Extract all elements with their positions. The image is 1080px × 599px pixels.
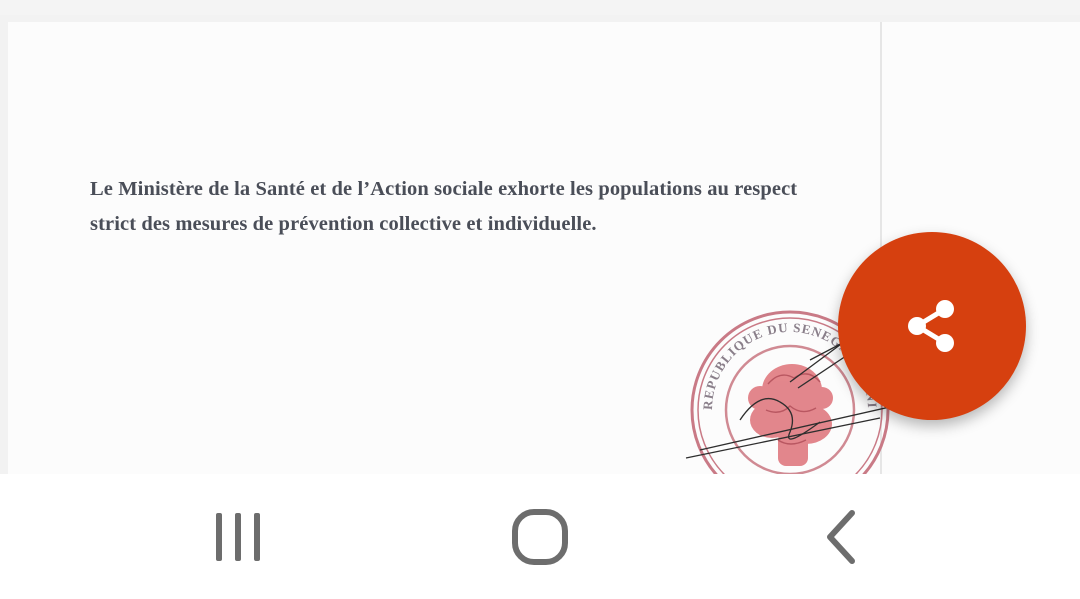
document-line-1: Le Ministère de la Santé et de l’Action … [90, 178, 798, 200]
recents-icon [216, 512, 260, 561]
home-icon [512, 508, 568, 565]
top-strip [0, 0, 1080, 15]
screen: Le Ministère de la Santé et de l’Action … [0, 0, 1080, 599]
back-icon [827, 509, 855, 564]
recents-button[interactable] [178, 474, 298, 599]
document-text: Le Ministère de la Santé et de l’Action … [90, 172, 970, 242]
home-button[interactable] [480, 474, 600, 599]
navigation-bar [0, 474, 1080, 599]
document-line-2: strict des mesures de prévention collect… [90, 213, 597, 235]
share-icon [908, 300, 954, 352]
share-button[interactable] [838, 232, 1026, 420]
back-button[interactable] [782, 474, 902, 599]
